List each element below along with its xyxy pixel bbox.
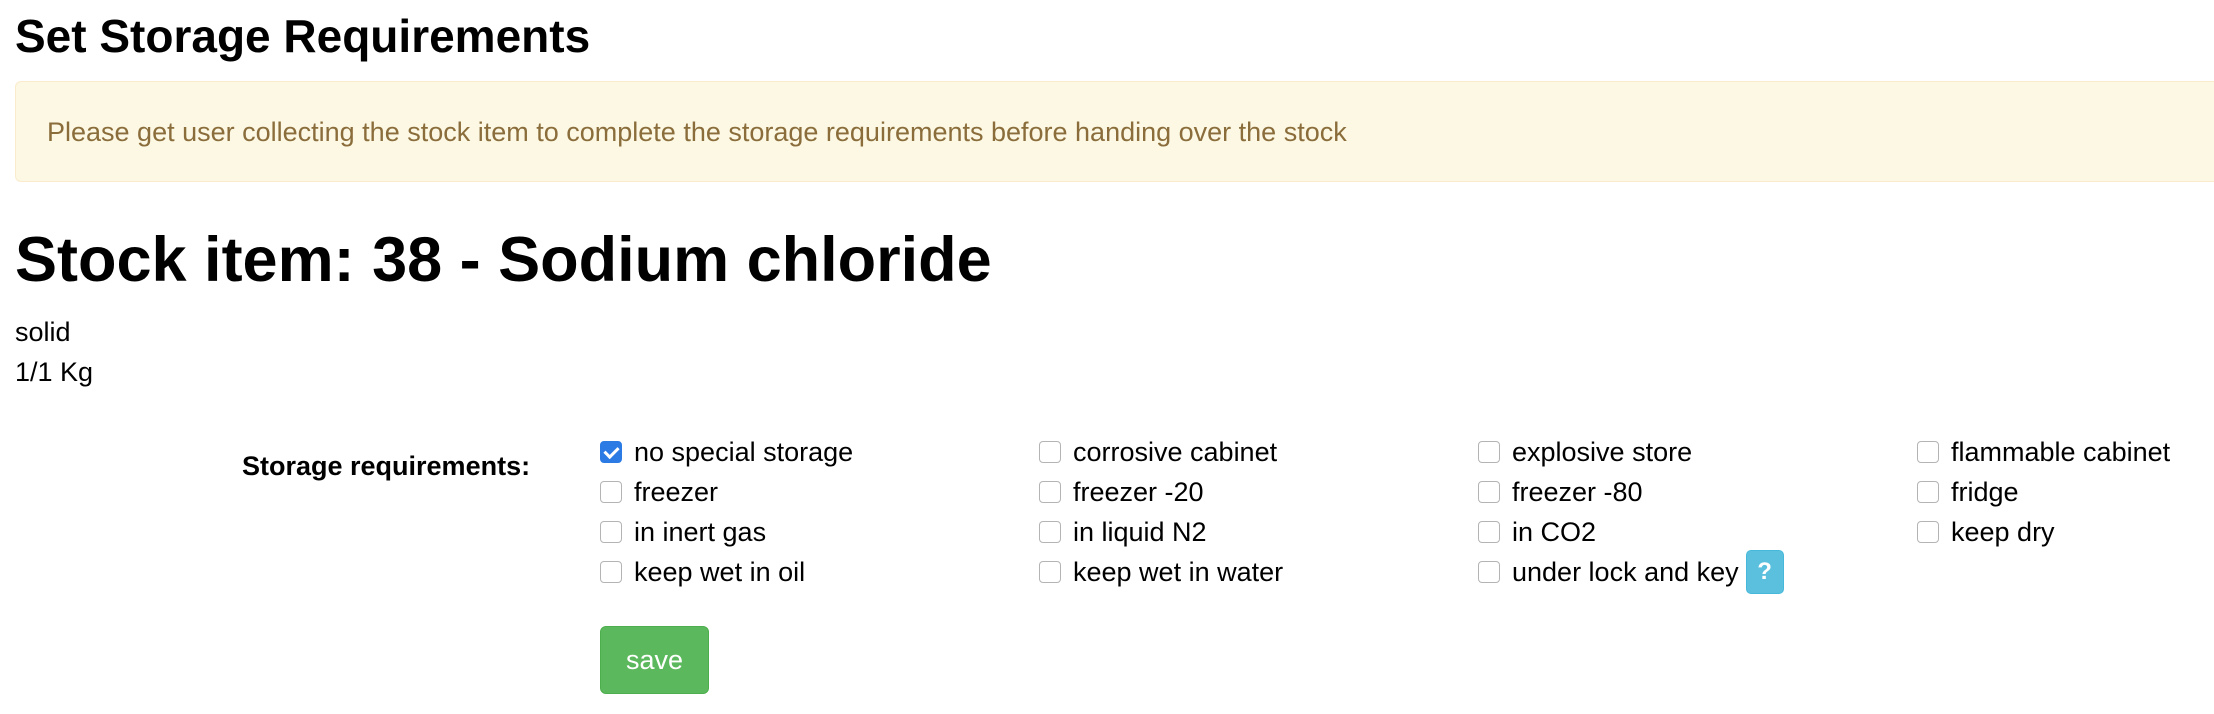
checkbox[interactable]: [1039, 481, 1061, 503]
option-explosive-store[interactable]: explosive store: [1478, 432, 1917, 472]
checkbox[interactable]: [1478, 481, 1500, 503]
checkbox[interactable]: [1478, 521, 1500, 543]
option-freezer[interactable]: freezer: [600, 472, 1039, 512]
checkbox[interactable]: [1917, 481, 1939, 503]
option-label: no special storage: [634, 437, 854, 467]
option-in-co2[interactable]: in CO2: [1478, 512, 1917, 552]
option-label: in liquid N2: [1073, 517, 1207, 547]
option-label: freezer: [634, 477, 719, 507]
option-keep-wet-in-oil[interactable]: keep wet in oil: [600, 552, 1039, 592]
option-label: keep dry: [1951, 517, 2055, 547]
option-label: keep wet in oil: [634, 557, 806, 587]
option-freezer-80[interactable]: freezer -80: [1478, 472, 1917, 512]
option-no-special-storage[interactable]: no special storage: [600, 432, 1039, 472]
stock-item-quantity: 1/1 Kg: [15, 357, 94, 387]
storage-requirements-label: Storage requirements:: [242, 451, 531, 481]
help-button[interactable]: ?: [1745, 550, 1784, 594]
option-keep-wet-in-water[interactable]: keep wet in water: [1039, 552, 1478, 592]
option-in-liquid-n2[interactable]: in liquid N2: [1039, 512, 1478, 552]
checkbox[interactable]: [1478, 561, 1500, 583]
checkbox[interactable]: [1039, 441, 1061, 463]
stock-item-heading: Stock item: 38 - Sodium chloride: [15, 225, 992, 295]
save-button[interactable]: save: [600, 626, 709, 694]
option-label: freezer -20: [1073, 477, 1204, 507]
checkbox[interactable]: [600, 441, 622, 463]
checkbox[interactable]: [1917, 521, 1939, 543]
option-label: fridge: [1951, 477, 2019, 507]
option-under-lock-and-key[interactable]: under lock and key ?: [1478, 550, 1917, 594]
option-keep-dry[interactable]: keep dry: [1917, 512, 2214, 552]
storage-options-grid: no special storage corrosive cabinet exp…: [600, 432, 2214, 594]
option-label: corrosive cabinet: [1073, 437, 1278, 467]
checkbox[interactable]: [1917, 441, 1939, 463]
option-fridge[interactable]: fridge: [1917, 472, 2214, 512]
checkbox[interactable]: [600, 481, 622, 503]
checkbox[interactable]: [600, 521, 622, 543]
checkbox[interactable]: [600, 561, 622, 583]
alert-message: Please get user collecting the stock ite…: [47, 117, 1347, 147]
checkbox[interactable]: [1039, 521, 1061, 543]
option-label: flammable cabinet: [1951, 437, 2171, 467]
checkbox[interactable]: [1039, 561, 1061, 583]
checkbox[interactable]: [1478, 441, 1500, 463]
option-label: under lock and key: [1512, 557, 1739, 587]
page-title: Set Storage Requirements: [15, 10, 591, 62]
option-label: keep wet in water: [1073, 557, 1284, 587]
option-label: in CO2: [1512, 517, 1597, 547]
stock-item-state: solid: [15, 317, 71, 347]
option-corrosive-cabinet[interactable]: corrosive cabinet: [1039, 432, 1478, 472]
option-label: explosive store: [1512, 437, 1693, 467]
option-label: in inert gas: [634, 517, 767, 547]
option-label: freezer -80: [1512, 477, 1643, 507]
option-flammable-cabinet[interactable]: flammable cabinet: [1917, 432, 2214, 472]
option-freezer-20[interactable]: freezer -20: [1039, 472, 1478, 512]
warning-alert: Please get user collecting the stock ite…: [15, 81, 2214, 182]
option-in-inert-gas[interactable]: in inert gas: [600, 512, 1039, 552]
